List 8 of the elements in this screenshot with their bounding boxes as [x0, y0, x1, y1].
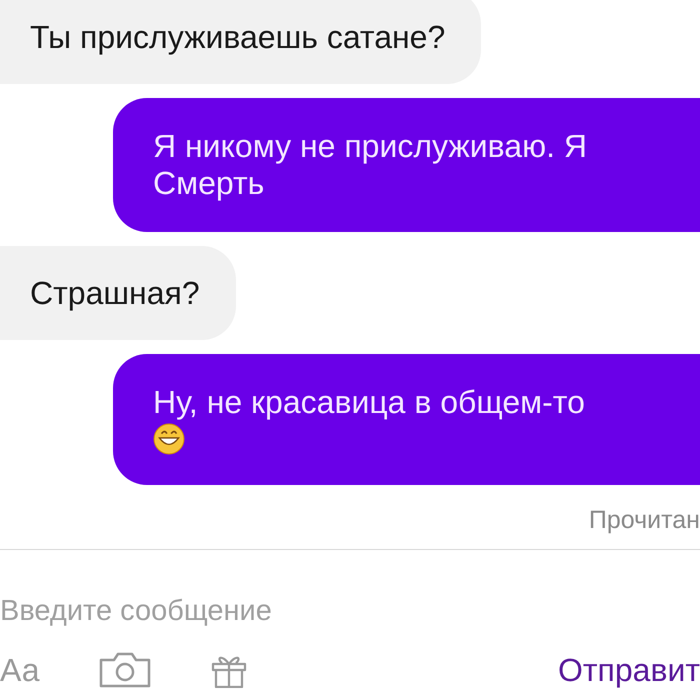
message-input-field[interactable]: Введите сообщение	[0, 592, 680, 632]
incoming-message: Страшная?	[0, 246, 236, 340]
incoming-message: Ты прислуживаешь сатане?	[0, 0, 482, 84]
message-text: Я никому не прислуживаю. Я Смерть	[153, 128, 588, 202]
camera-icon[interactable]	[98, 652, 152, 688]
read-status: Прочитан	[588, 505, 700, 535]
send-button[interactable]: Отправит	[558, 652, 700, 688]
message-text: Ну, не красавица в общем-то	[153, 384, 586, 421]
